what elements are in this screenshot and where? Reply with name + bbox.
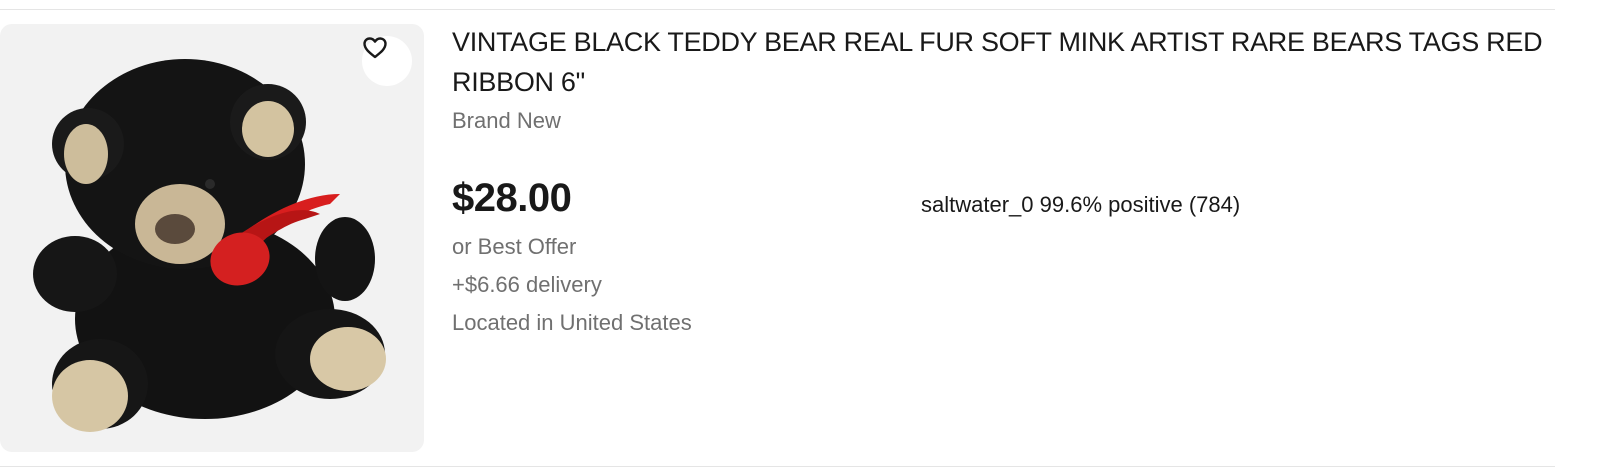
- price-section: $28.00 or Best Offer +$6.66 delivery Loc…: [452, 172, 902, 338]
- seller-info: saltwater_0 99.6% positive (784): [921, 190, 1240, 220]
- top-divider: [0, 9, 1555, 10]
- watch-favorite-button[interactable]: [362, 36, 412, 86]
- listing-details: VINTAGE BLACK TEDDY BEAR REAL FUR SOFT M…: [452, 22, 1552, 136]
- seller-feedback-count: (784): [1188, 192, 1241, 217]
- heart-icon: [363, 37, 387, 59]
- delivery-cost: +$6.66 delivery: [452, 272, 602, 297]
- listing-title-link[interactable]: VINTAGE BLACK TEDDY BEAR REAL FUR SOFT M…: [452, 22, 1552, 102]
- seller-name: saltwater_0: [921, 192, 1040, 217]
- teddy-bear-image: [33, 59, 386, 432]
- best-offer-text: or Best Offer: [452, 234, 577, 259]
- item-condition: Brand New: [452, 108, 561, 133]
- item-price: $28.00: [452, 176, 572, 220]
- bottom-divider: [0, 466, 1555, 467]
- item-location: Located in United States: [452, 310, 692, 335]
- seller-rating: 99.6% positive: [1039, 192, 1189, 217]
- listing-image-card[interactable]: [0, 24, 424, 452]
